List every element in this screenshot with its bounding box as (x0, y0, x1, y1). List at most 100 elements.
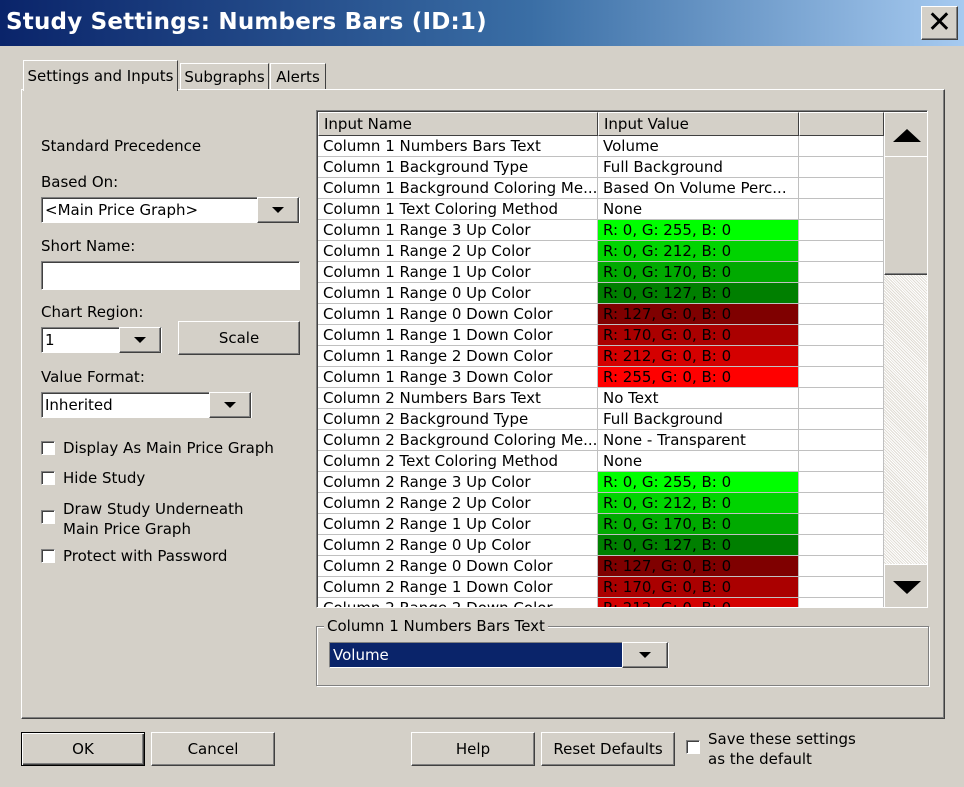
vertical-scrollbar[interactable] (884, 112, 927, 607)
ok-button[interactable]: OK (21, 732, 145, 766)
checkbox-box[interactable] (41, 471, 55, 485)
input-name-cell[interactable]: Column 2 Numbers Bars Text (318, 388, 598, 409)
table-row[interactable]: Column 2 Background Type Full Background (318, 409, 884, 430)
input-name-cell[interactable]: Column 1 Range 0 Down Color (318, 304, 598, 325)
scroll-thumb[interactable] (884, 156, 927, 275)
input-value-cell[interactable]: R: 0, G: 255, B: 0 (598, 472, 799, 493)
based-on-dropdown-button[interactable] (257, 197, 299, 223)
input-name-cell[interactable]: Column 1 Range 3 Down Color (318, 367, 598, 388)
hide-study-checkbox[interactable]: Hide Study (41, 469, 145, 487)
input-name-cell[interactable]: Column 2 Background Type (318, 409, 598, 430)
table-row[interactable]: Column 1 Range 3 Up Color R: 0, G: 255, B… (318, 220, 884, 241)
input-value-cell[interactable]: R: 0, G: 212, B: 0 (598, 241, 799, 262)
close-button[interactable]: ✕ (921, 6, 958, 40)
value-format-select[interactable]: Inherited (41, 392, 252, 418)
table-row[interactable]: Column 2 Range 1 Down Color R: 170, G: 0,… (318, 577, 884, 598)
input-value-cell[interactable]: R: 0, G: 170, B: 0 (598, 514, 799, 535)
checkbox-box[interactable] (41, 510, 55, 524)
scale-button[interactable]: Scale (178, 321, 300, 355)
input-value-cell[interactable]: R: 0, G: 127, B: 0 (598, 535, 799, 556)
input-name-cell[interactable]: Column 2 Background Coloring Me... (318, 430, 598, 451)
input-value-cell[interactable]: R: 127, G: 0, B: 0 (598, 556, 799, 577)
input-value-cell[interactable]: R: 0, G: 127, B: 0 (598, 283, 799, 304)
tab-alerts[interactable]: Alerts (270, 63, 326, 89)
input-name-cell[interactable]: Column 1 Range 2 Up Color (318, 241, 598, 262)
scroll-down-button[interactable] (884, 564, 927, 607)
draw-study-underneath-checkbox[interactable]: Draw Study Underneath Main Price Graph (41, 499, 243, 539)
input-name-cell[interactable]: Column 2 Range 0 Up Color (318, 535, 598, 556)
input-value-cell[interactable]: R: 255, G: 0, B: 0 (598, 367, 799, 388)
checkbox-box[interactable] (41, 549, 55, 563)
input-value-cell[interactable]: None (598, 199, 799, 220)
input-value-cell[interactable]: None - Transparent (598, 430, 799, 451)
table-row[interactable]: Column 2 Range 1 Up Color R: 0, G: 170, B… (318, 514, 884, 535)
protect-with-password-checkbox[interactable]: Protect with Password (41, 547, 227, 565)
table-row[interactable]: Column 1 Background Coloring Me... Based … (318, 178, 884, 199)
input-name-cell[interactable]: Column 2 Range 1 Down Color (318, 577, 598, 598)
input-name-cell[interactable]: Column 2 Range 3 Up Color (318, 472, 598, 493)
input-value-cell[interactable]: R: 0, G: 212, B: 0 (598, 493, 799, 514)
value-format-dropdown-button[interactable] (209, 392, 251, 418)
input-value-cell[interactable]: Full Background (598, 409, 799, 430)
table-row[interactable]: Column 2 Range 3 Up Color R: 0, G: 255, B… (318, 472, 884, 493)
table-row[interactable]: Column 1 Text Coloring Method None (318, 199, 884, 220)
input-name-cell[interactable]: Column 1 Range 1 Up Color (318, 262, 598, 283)
chart-region-select[interactable]: 1 (41, 327, 162, 353)
table-row[interactable]: Column 2 Text Coloring Method None (318, 451, 884, 472)
table-row[interactable]: Column 1 Range 0 Up Color R: 0, G: 127, B… (318, 283, 884, 304)
input-name-cell[interactable]: Column 2 Range 1 Up Color (318, 514, 598, 535)
display-as-main-price-graph-checkbox[interactable]: Display As Main Price Graph (41, 439, 274, 457)
inputs-grid[interactable]: Input Name Input Value Column 1 Numbers … (316, 110, 928, 608)
table-row[interactable]: Column 1 Numbers Bars Text Volume (318, 136, 884, 157)
input-name-cell[interactable]: Column 1 Numbers Bars Text (318, 136, 598, 157)
chart-region-dropdown-button[interactable] (119, 327, 161, 353)
table-row[interactable]: Column 1 Range 0 Down Color R: 127, G: 0,… (318, 304, 884, 325)
input-name-cell[interactable]: Column 1 Background Coloring Me... (318, 178, 598, 199)
input-value-cell[interactable]: R: 212, G: 0, B: 0 (598, 346, 799, 367)
input-name-cell[interactable]: Column 2 Range 2 Down Color (318, 598, 598, 607)
input-value-cell[interactable]: R: 212, G: 0, B: 0 (598, 598, 799, 607)
input-name-cell[interactable]: Column 2 Range 2 Up Color (318, 493, 598, 514)
input-name-cell[interactable]: Column 1 Background Type (318, 157, 598, 178)
input-value-cell[interactable]: R: 170, G: 0, B: 0 (598, 577, 799, 598)
column-header-input-name[interactable]: Input Name (318, 112, 598, 136)
table-row[interactable]: Column 2 Range 2 Up Color R: 0, G: 212, B… (318, 493, 884, 514)
input-name-cell[interactable]: Column 1 Range 1 Down Color (318, 325, 598, 346)
table-row[interactable]: Column 2 Range 2 Down Color R: 212, G: 0,… (318, 598, 884, 607)
input-value-cell[interactable]: R: 127, G: 0, B: 0 (598, 304, 799, 325)
input-name-cell[interactable]: Column 1 Range 2 Down Color (318, 346, 598, 367)
table-row[interactable]: Column 1 Range 3 Down Color R: 255, G: 0,… (318, 367, 884, 388)
checkbox-box[interactable] (41, 441, 55, 455)
table-row[interactable]: Column 2 Numbers Bars Text No Text (318, 388, 884, 409)
reset-defaults-button[interactable]: Reset Defaults (541, 732, 675, 766)
value-editor-select[interactable]: Volume (329, 642, 669, 668)
input-name-cell[interactable]: Column 2 Text Coloring Method (318, 451, 598, 472)
input-value-cell[interactable]: Based On Volume Perc... (598, 178, 799, 199)
column-header-input-value[interactable]: Input Value (598, 112, 799, 136)
table-row[interactable]: Column 1 Range 2 Down Color R: 212, G: 0,… (318, 346, 884, 367)
input-value-cell[interactable]: R: 0, G: 255, B: 0 (598, 220, 799, 241)
input-value-cell[interactable]: Full Background (598, 157, 799, 178)
table-row[interactable]: Column 1 Range 2 Up Color R: 0, G: 212, B… (318, 241, 884, 262)
tab-subgraphs[interactable]: Subgraphs (180, 63, 269, 89)
save-as-default-checkbox[interactable]: Save these settings as the default (686, 729, 856, 769)
tab-settings-and-inputs[interactable]: Settings and Inputs (23, 60, 178, 91)
input-name-cell[interactable]: Column 1 Range 3 Up Color (318, 220, 598, 241)
input-value-cell[interactable]: No Text (598, 388, 799, 409)
input-name-cell[interactable]: Column 2 Range 0 Down Color (318, 556, 598, 577)
cancel-button[interactable]: Cancel (151, 732, 275, 766)
short-name-input[interactable] (41, 261, 300, 290)
table-row[interactable]: Column 1 Range 1 Down Color R: 170, G: 0,… (318, 325, 884, 346)
based-on-select[interactable]: <Main Price Graph> (41, 197, 300, 223)
input-name-cell[interactable]: Column 1 Text Coloring Method (318, 199, 598, 220)
scroll-up-button[interactable] (884, 112, 927, 158)
checkbox-box[interactable] (686, 740, 700, 754)
help-button[interactable]: Help (411, 732, 535, 766)
table-row[interactable]: Column 2 Range 0 Up Color R: 0, G: 127, B… (318, 535, 884, 556)
table-row[interactable]: Column 1 Background Type Full Background (318, 157, 884, 178)
input-name-cell[interactable]: Column 1 Range 0 Up Color (318, 283, 598, 304)
input-value-cell[interactable]: None (598, 451, 799, 472)
input-value-cell[interactable]: Volume (598, 136, 799, 157)
input-value-cell[interactable]: R: 0, G: 170, B: 0 (598, 262, 799, 283)
table-row[interactable]: Column 2 Background Coloring Me... None -… (318, 430, 884, 451)
